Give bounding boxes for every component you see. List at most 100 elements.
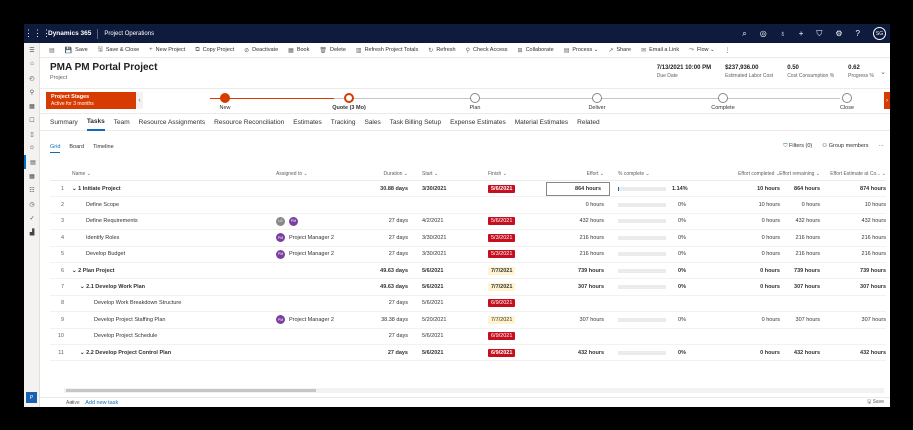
effort[interactable]: 432 hours [546,345,604,360]
task-name[interactable]: Identify Roles [72,230,272,245]
table-row[interactable]: 7 ⌄ 2.1 Develop Work Plan 49.63 days 5/6/20… [50,279,886,296]
task-name[interactable]: ⌄ 2 Plan Project [72,263,272,278]
lightbulb-icon[interactable]: ♁ [780,29,786,38]
copy-project-button[interactable]: ⧉ Copy Project [190,47,239,54]
flow-button[interactable]: ⤳ Flow ⌄ [684,47,720,54]
app-launcher-icon[interactable]: ⋮⋮⋮ [24,28,51,39]
effort[interactable] [546,296,604,311]
effort-at-completion[interactable] [820,296,886,311]
task-name[interactable]: ⌄ 1 Initiate Project [72,181,272,196]
effort-at-completion[interactable]: 216 hours [820,230,886,245]
effort[interactable]: 307 hours [546,312,604,327]
settings-gear-icon[interactable]: ⚙ [835,29,842,38]
refresh-project-totals-button[interactable]: ▥ Refresh Project Totals [351,47,423,54]
start-date[interactable]: 3/30/2021 [422,247,482,262]
effort-remaining[interactable]: 216 hours [760,247,820,262]
percent-complete[interactable] [618,329,688,344]
more-options-button[interactable]: ··· [879,143,885,150]
tab-material-estimates[interactable]: Material Estimates [515,114,568,131]
tab-resource-assignments[interactable]: Resource Assignments [139,114,205,131]
deactivate-button[interactable]: ⊘ Deactivate [239,47,283,54]
effort[interactable] [546,329,604,344]
percent-complete[interactable]: 0% [618,345,688,360]
percent-complete[interactable]: 0% [618,247,688,262]
effort-at-completion[interactable]: 739 hours [820,263,886,278]
table-row[interactable]: 4 Identify Roles PM Project Manager 2 27 day… [50,230,886,247]
resources-icon[interactable]: ☷ [24,183,40,197]
add-icon[interactable]: + [799,29,804,38]
previous-stage-chevron-icon[interactable]: ‹ [136,92,143,109]
finish-date[interactable] [488,197,548,212]
start-date[interactable]: 3/30/2021 [422,181,482,196]
duration[interactable]: 30.88 days [350,181,408,196]
module-name[interactable]: Project Operations [98,31,160,37]
effort[interactable]: 216 hours [546,247,604,262]
effort[interactable]: 0 hours [546,197,604,212]
start-date[interactable]: 5/6/2021 [422,263,482,278]
effort[interactable]: 432 hours [546,214,604,229]
effort[interactable]: 216 hours [546,230,604,245]
start-date[interactable]: 5/6/2021 [422,279,482,294]
duration[interactable]: 27 days [350,247,408,262]
document-icon[interactable]: ▯ [24,127,40,141]
finish-date[interactable]: 6/9/2021 [488,329,548,344]
table-row[interactable]: 11 ⌄ 2.2 Develop Project Control Plan 27 d… [50,345,886,362]
start-date[interactable]: 5/6/2021 [422,345,482,360]
duration[interactable]: 38.38 days [350,312,408,327]
effort-remaining[interactable]: 432 hours [760,214,820,229]
effort-remaining[interactable] [760,329,820,344]
column-header-percent-complete[interactable]: % complete ⌄ [618,167,688,180]
task-name[interactable]: ⌄ 2.1 Develop Work Plan [72,279,272,294]
effort-remaining[interactable]: 739 hours [760,263,820,278]
tab-team[interactable]: Team [114,114,130,131]
filter-icon[interactable]: ⛉ [816,29,822,39]
projects-icon[interactable]: ▤ [24,155,40,169]
duration[interactable] [350,197,408,212]
finish-date[interactable]: 6/9/2021 [488,296,548,311]
start-date[interactable]: 4/2/2021 [422,214,482,229]
stage-quote-3-mo[interactable]: Quote (3 Mo) [314,93,384,111]
stage-deliver[interactable]: Deliver [562,93,632,111]
tab-summary[interactable]: Summary [50,114,78,131]
stage-plan[interactable]: Plan [440,93,510,111]
command-0-button[interactable]: ▤ [44,47,60,54]
finish-date[interactable]: 5/3/2021 [488,230,548,245]
column-header-effort-remaining[interactable]: Effort remaining ⌄ [760,167,820,180]
effort[interactable]: 739 hours [546,263,604,278]
area-switcher-icon[interactable]: P [26,392,37,403]
effort[interactable]: 307 hours [546,279,604,294]
effort-remaining[interactable]: 0 hours [760,197,820,212]
duration[interactable]: 27 days [350,329,408,344]
save-button[interactable]: 💾 Save [60,47,93,54]
duration[interactable]: 27 days [350,230,408,245]
process-stage-flyout[interactable]: Project Stages Active for 3 months [46,92,136,109]
column-header-finish[interactable]: Finish ⌄ [488,167,548,180]
finish-date[interactable]: 5/6/2021 [488,181,548,196]
tab-expense-estimates[interactable]: Expense Estimates [450,114,506,131]
column-header-effort[interactable]: Effort ⌄ [546,167,604,180]
reports-icon[interactable]: ▟ [24,225,40,239]
effort-at-completion[interactable]: 874 hours [820,181,886,196]
home-icon[interactable]: ⌂ [24,57,40,71]
duration[interactable]: 49.63 days [350,279,408,294]
effort-remaining[interactable]: 216 hours [760,230,820,245]
stage-close[interactable]: Close [812,93,882,111]
task-name[interactable]: Develop Project Staffing Plan [72,312,272,327]
percent-complete[interactable] [618,296,688,311]
task-name[interactable]: Define Requirements [72,214,272,229]
tab-related[interactable]: Related [577,114,599,131]
table-row[interactable]: 10 Develop Project Schedule 27 days 5/6/202… [50,329,886,345]
scrollbar-thumb[interactable] [66,389,316,392]
table-row[interactable]: 5 Develop Budget PM Project Manager 2 27 day… [50,247,886,263]
email-a-link-button[interactable]: ✉ Email a Link [636,47,684,54]
footer-save-button[interactable]: 🖫 Save [867,399,884,407]
column-header-name[interactable]: Name ⌄ [72,167,272,180]
table-row[interactable]: 9 Develop Project Staffing Plan PM Project … [50,312,886,329]
percent-complete[interactable]: 1.14% [618,181,688,196]
effort-remaining[interactable]: 864 hours [760,181,820,196]
table-row[interactable]: 6 ⌄ 2 Plan Project 49.63 days 5/6/2021 7/7/2… [50,263,886,280]
effort-at-completion[interactable]: 216 hours [820,247,886,262]
effort-at-completion[interactable]: 432 hours [820,214,886,229]
check-access-button[interactable]: ⚲ Check Access [461,47,513,54]
view-timeline[interactable]: Timeline [93,144,114,153]
